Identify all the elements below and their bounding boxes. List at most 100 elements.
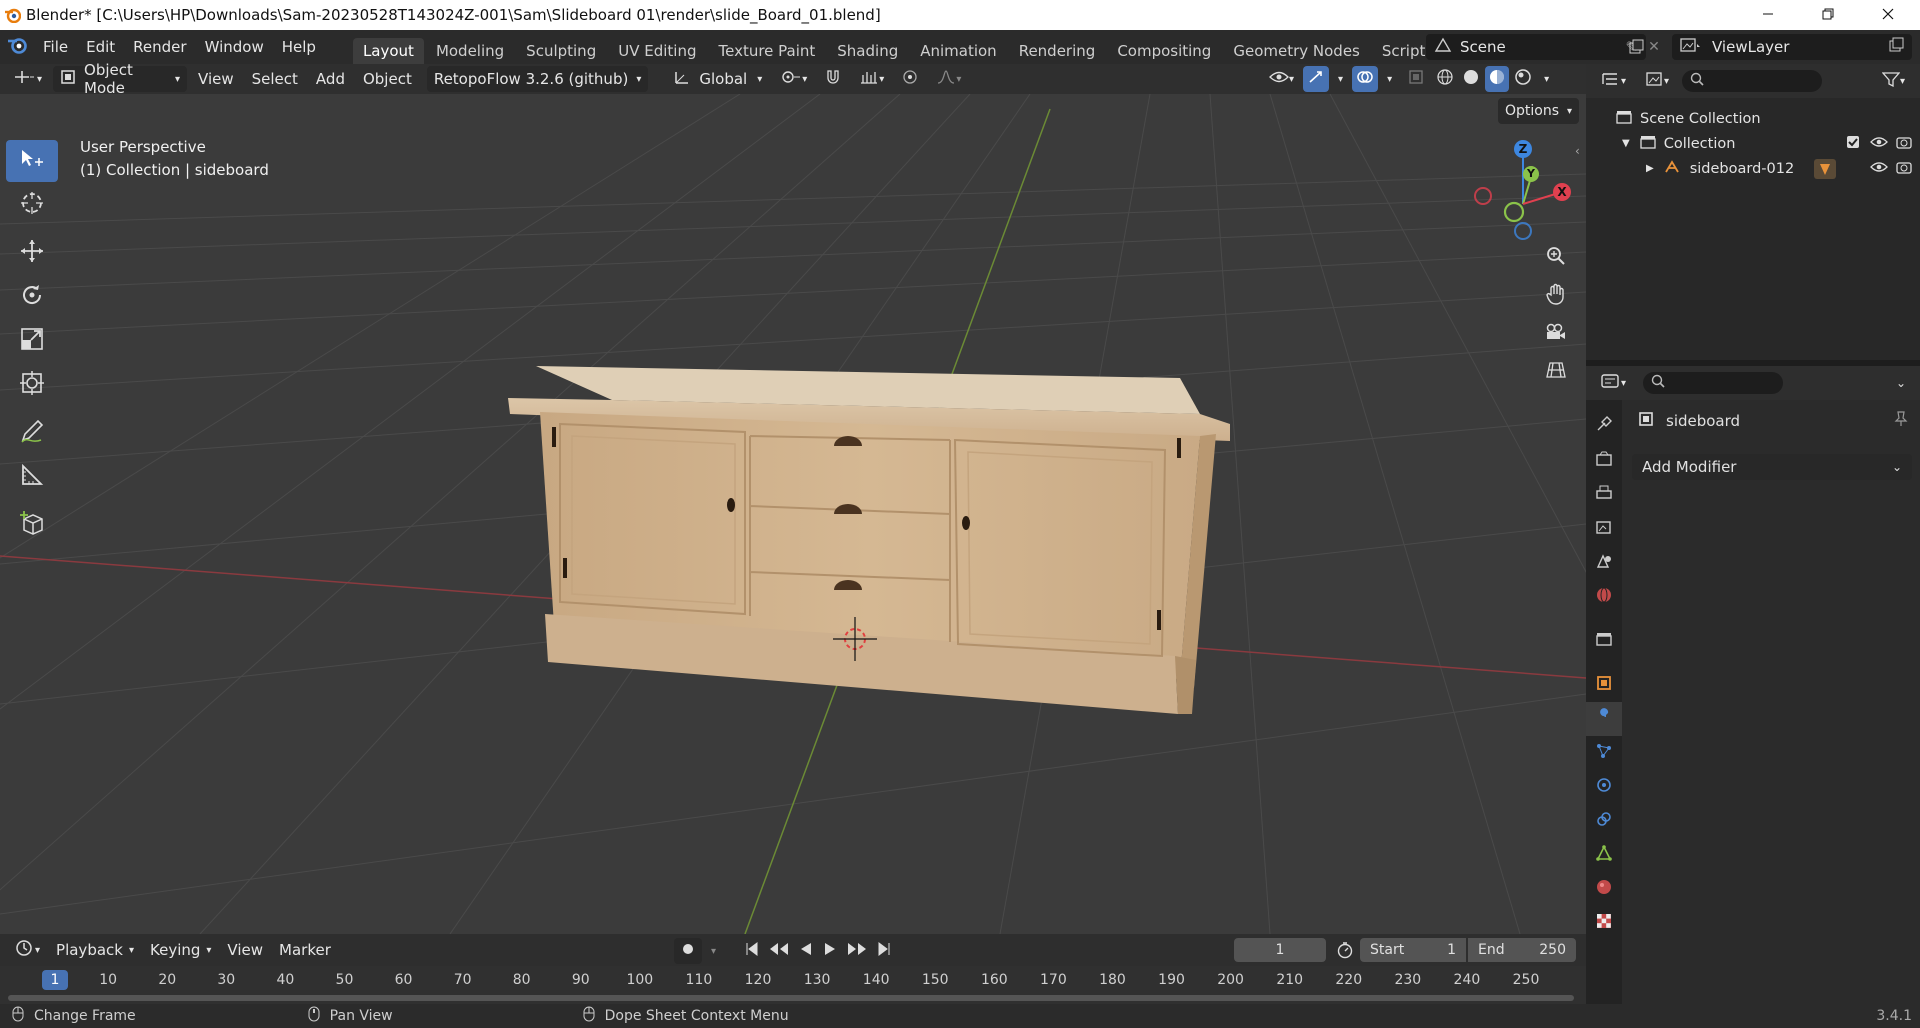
- menu-view[interactable]: View: [191, 66, 241, 92]
- tab-collection[interactable]: [1586, 624, 1622, 658]
- proportional-edit-toggle[interactable]: [895, 66, 925, 92]
- menu-help[interactable]: Help: [273, 30, 325, 64]
- tab-output[interactable]: [1586, 478, 1622, 512]
- outliner-editor-type[interactable]: ▾: [1594, 68, 1633, 94]
- camera-render-icon[interactable]: [1896, 160, 1912, 178]
- tab-tool[interactable]: [1586, 408, 1622, 444]
- menu-object[interactable]: Object: [356, 66, 419, 92]
- jump-to-start-button[interactable]: [741, 938, 763, 964]
- mode-selector[interactable]: Object Mode ▾: [53, 61, 188, 97]
- collapse-arrow-icon[interactable]: ▼: [1622, 138, 1630, 149]
- shading-wireframe[interactable]: [1433, 66, 1457, 92]
- expand-arrow-icon[interactable]: ▶: [1646, 163, 1654, 174]
- tab-world[interactable]: [1586, 580, 1622, 614]
- view-layer-selector[interactable]: ViewLayer: [1672, 34, 1912, 60]
- tab-texture[interactable]: [1586, 906, 1622, 940]
- close-window-button[interactable]: [1860, 0, 1916, 30]
- auto-keying-toggle[interactable]: [674, 938, 702, 964]
- shading-rendered[interactable]: [1511, 66, 1535, 92]
- tab-scene[interactable]: [1586, 546, 1622, 580]
- annotate-tool[interactable]: [6, 412, 58, 454]
- tab-shading[interactable]: Shading: [827, 38, 908, 64]
- camera-render-icon[interactable]: [1896, 135, 1912, 153]
- orientation-selector[interactable]: Global ▾: [666, 66, 769, 92]
- tab-compositing[interactable]: Compositing: [1107, 38, 1221, 64]
- proportional-falloff-selector[interactable]: ▾: [929, 66, 968, 92]
- menu-select[interactable]: Select: [245, 66, 305, 92]
- jump-to-end-button[interactable]: [873, 938, 895, 964]
- menu-marker[interactable]: Marker: [272, 937, 338, 963]
- tab-animation[interactable]: Animation: [910, 38, 1006, 64]
- display-mode-selector[interactable]: ▾: [1639, 68, 1676, 94]
- start-frame-field[interactable]: Start 1: [1360, 938, 1466, 962]
- eye-icon[interactable]: [1870, 161, 1888, 177]
- menu-keying[interactable]: Keying ▾: [143, 937, 218, 963]
- tab-render[interactable]: [1586, 444, 1622, 478]
- tab-physics[interactable]: [1586, 770, 1622, 804]
- pivot-point-selector[interactable]: ▾: [773, 66, 814, 92]
- timeline-editor-type[interactable]: ▾: [8, 937, 47, 963]
- minimize-button[interactable]: [1740, 0, 1796, 30]
- previous-keyframe-button[interactable]: [765, 938, 793, 964]
- gizmo-toggle[interactable]: [1303, 66, 1330, 92]
- new-view-layer-icon[interactable]: [1888, 37, 1904, 57]
- keying-set-selector[interactable]: ▾: [704, 938, 723, 964]
- tab-modeling[interactable]: Modeling: [426, 38, 514, 64]
- remove-scene-icon[interactable]: ✕: [1645, 38, 1663, 56]
- menu-timeline-view[interactable]: View: [220, 937, 270, 963]
- shading-solid[interactable]: [1459, 66, 1483, 92]
- menu-edit[interactable]: Edit: [77, 30, 124, 64]
- rotate-tool[interactable]: [6, 276, 58, 318]
- y-axis-button[interactable]: Y: [1523, 166, 1539, 182]
- transform-tool[interactable]: [6, 364, 58, 406]
- next-keyframe-button[interactable]: [843, 938, 871, 964]
- scale-tool[interactable]: [6, 320, 58, 362]
- move-tool[interactable]: [6, 232, 58, 274]
- options-button[interactable]: Options ▾: [1498, 98, 1580, 124]
- outliner-item-collection[interactable]: ▼ Collection: [1586, 131, 1920, 156]
- stopwatch-icon[interactable]: [1336, 941, 1354, 963]
- outliner-item-sideboard-012[interactable]: ▶ sideboard-012: [1586, 156, 1920, 181]
- object-data-icon[interactable]: [1814, 158, 1837, 179]
- menu-playback[interactable]: Playback ▾: [49, 937, 141, 963]
- timeline-ruler[interactable]: 1 10 20 30 40 50 60 70 80 90 100 110 120 130 140 150 160…: [0, 966, 1586, 1004]
- restore-button[interactable]: [1800, 0, 1856, 30]
- zoom-button[interactable]: [1540, 242, 1572, 274]
- play-button[interactable]: [819, 938, 841, 964]
- checkbox-icon[interactable]: [1846, 135, 1860, 153]
- chevron-down-icon[interactable]: ⌄: [1896, 376, 1906, 390]
- gizmo-options[interactable]: ▾: [1331, 66, 1350, 92]
- xray-toggle[interactable]: [1401, 66, 1431, 92]
- new-scene-icon[interactable]: [1626, 38, 1646, 56]
- current-frame-field[interactable]: 1: [1234, 938, 1326, 962]
- menu-add[interactable]: Add: [309, 66, 352, 92]
- overlays-toggle[interactable]: [1352, 66, 1379, 92]
- menu-file[interactable]: File: [34, 30, 77, 64]
- properties-search-input[interactable]: [1643, 372, 1784, 394]
- editor-type-button[interactable]: ▾: [6, 66, 49, 92]
- end-frame-field[interactable]: End 250: [1468, 938, 1576, 962]
- snap-toggle[interactable]: [818, 66, 848, 92]
- play-reverse-button[interactable]: [795, 938, 817, 964]
- menu-window[interactable]: Window: [196, 30, 273, 64]
- menu-render[interactable]: Render: [124, 30, 195, 64]
- snap-target-selector[interactable]: ▾: [852, 66, 891, 92]
- perspective-toggle-button[interactable]: [1540, 356, 1572, 388]
- tab-layout[interactable]: Layout: [352, 38, 424, 64]
- cursor-tool[interactable]: [6, 184, 58, 226]
- retopoflow-menu[interactable]: RetopoFlow 3.2.6 (github) ▾: [426, 66, 649, 92]
- scene-selector[interactable]: Scene ✎: [1426, 34, 1646, 60]
- x-axis-button[interactable]: X: [1553, 183, 1571, 201]
- pin-icon[interactable]: [1894, 411, 1908, 431]
- tab-object[interactable]: [1586, 668, 1622, 702]
- add-modifier-dropdown[interactable]: Add Modifier ⌄: [1632, 454, 1912, 480]
- tab-geometry-nodes[interactable]: Geometry Nodes: [1223, 38, 1370, 64]
- sidebar-toggle-icon[interactable]: ‹: [1575, 144, 1580, 158]
- tab-sculpting[interactable]: Sculpting: [516, 38, 606, 64]
- tab-texture-paint[interactable]: Texture Paint: [708, 38, 825, 64]
- tab-constraints[interactable]: [1586, 804, 1622, 838]
- add-cube-tool[interactable]: [6, 504, 58, 546]
- overlays-options[interactable]: ▾: [1380, 66, 1399, 92]
- tab-view-layer[interactable]: [1586, 512, 1622, 546]
- 3d-viewport[interactable]: User Perspective (1) Collection | sidebo…: [0, 94, 1586, 934]
